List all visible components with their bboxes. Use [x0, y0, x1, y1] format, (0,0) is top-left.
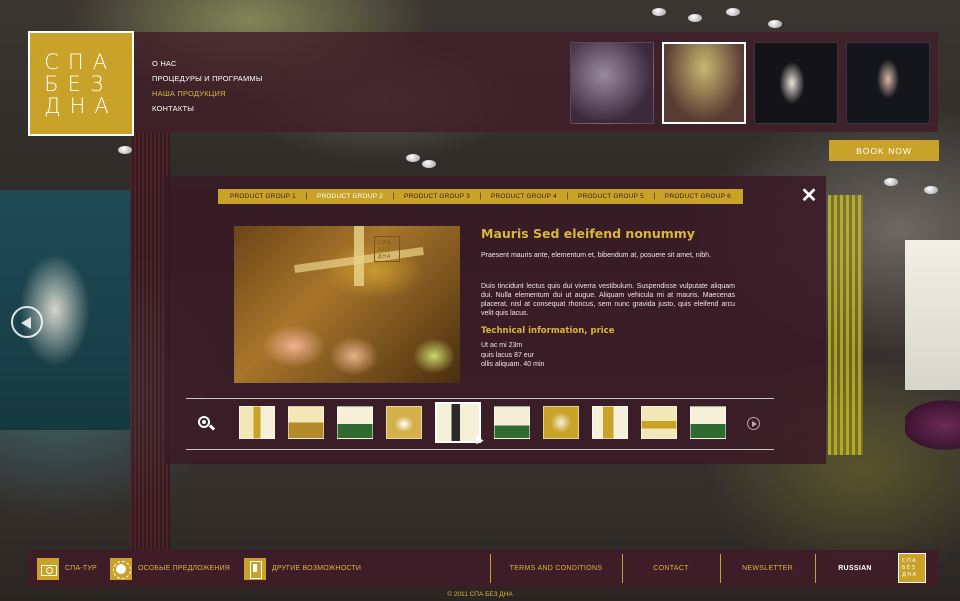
newsletter-link[interactable]: NEWSLETTER	[720, 550, 815, 587]
product-description: Duis tincidunt lectus quis dui viverra v…	[481, 283, 735, 317]
tab-product-group-1[interactable]: PRODUCT GROUP 1	[230, 193, 296, 200]
tech-info-heading: Technical information, price	[481, 326, 615, 336]
decor-bubble	[768, 20, 782, 28]
logo-line: БЕЗ	[44, 71, 113, 96]
tech-info-line: Ut ac mi 23m	[481, 342, 523, 349]
background-window	[905, 240, 960, 390]
product-thumbnail[interactable]	[386, 406, 422, 439]
tech-info-line: ollis aliquam. 40 min	[481, 361, 545, 368]
tab-product-group-3[interactable]: PRODUCT GROUP 3	[404, 193, 470, 200]
product-thumbnail[interactable]	[288, 406, 324, 439]
footer-item-label: ОСОБЫЕ ПРЕДЛОЖЕНИЯ	[138, 565, 231, 572]
gallery-strip	[570, 42, 930, 124]
tab-separator: |	[479, 193, 482, 200]
logo-line: ДНА	[44, 93, 118, 118]
decor-bubble	[924, 186, 938, 194]
product-title: Mauris Sed eleifend nonummy	[481, 226, 695, 241]
tab-product-group-2[interactable]: PRODUCT GROUP 2	[317, 193, 383, 200]
footer-spa-tour[interactable]: СПА-ТУР	[37, 550, 97, 587]
footer-item-label: СПА-ТУР	[65, 565, 97, 572]
close-icon[interactable]: ✕	[800, 186, 818, 206]
next-arrow-icon[interactable]	[747, 417, 760, 430]
decor-bubble	[726, 8, 740, 16]
product-thumbnail[interactable]	[690, 406, 726, 439]
product-description: Praesent mauris ante, elementum et, bibe…	[481, 252, 711, 259]
decor-bubble	[652, 8, 666, 16]
product-photo-logo: СПА БЕЗ ДНА	[374, 236, 400, 262]
tab-product-group-5[interactable]: PRODUCT GROUP 5	[578, 193, 644, 200]
decor-bubble	[118, 146, 132, 154]
tab-separator: |	[305, 193, 308, 200]
tab-separator: |	[392, 193, 395, 200]
footer-other-options[interactable]: ДРУГИЕ ВОЗМОЖНОСТИ	[244, 550, 361, 587]
language-switch[interactable]: RUSSIAN	[815, 550, 895, 587]
product-group-tabs: PRODUCT GROUP 1 | PRODUCT GROUP 2 | PROD…	[218, 189, 743, 204]
main-nav: О НАС ПРОЦЕДУРЫ И ПРОГРАММЫ НАША ПРОДУКЦ…	[152, 56, 263, 116]
gallery-thumb-diver[interactable]	[846, 42, 930, 124]
product-thumbnail[interactable]	[543, 406, 579, 439]
product-photo: СПА БЕЗ ДНА	[234, 226, 460, 383]
terms-link[interactable]: TERMS AND CONDITIONS	[490, 550, 622, 587]
gallery-thumb-reception[interactable]	[662, 42, 746, 124]
tab-separator: |	[566, 193, 569, 200]
product-thumbnails	[239, 402, 726, 443]
gallery-thumb-lounge[interactable]	[570, 42, 654, 124]
decor-bubble	[406, 154, 420, 162]
product-thumbnail[interactable]	[494, 406, 530, 439]
footer-logo[interactable]: СПА БЕЗ ДНА	[898, 553, 926, 583]
tab-separator: |	[653, 193, 656, 200]
tab-product-group-6[interactable]: PRODUCT GROUP 6	[665, 193, 731, 200]
decor-bubble	[884, 178, 898, 186]
footer-item-label: ДРУГИЕ ВОЗМОЖНОСТИ	[272, 565, 362, 572]
footer-bar: СПА-ТУР ОСОБЫЕ ПРЕДЛОЖЕНИЯ ДРУГИЕ ВОЗМОЖ…	[28, 550, 938, 587]
logo-line: СПА	[44, 49, 117, 74]
divider	[186, 449, 774, 450]
background-chair	[905, 400, 960, 510]
decor-bubble	[422, 160, 436, 168]
product-thumbnail[interactable]	[239, 406, 275, 439]
prev-slide-arrow-icon[interactable]	[11, 306, 43, 338]
tab-product-group-4[interactable]: PRODUCT GROUP 4	[491, 193, 557, 200]
divider	[186, 398, 774, 399]
tech-info-line: quis lacus 87 eur	[481, 351, 534, 359]
product-thumbnail[interactable]	[337, 406, 373, 439]
tablet-icon	[244, 557, 266, 580]
nav-item-about[interactable]: О НАС	[152, 56, 263, 71]
tech-info-list: Ut ac mi 23m quis lacus 87 eur ollis ali…	[481, 341, 544, 370]
nav-item-contacts[interactable]: КОНТАКТЫ	[152, 101, 263, 116]
footer-special-offers[interactable]: ОСОБЫЕ ПРЕДЛОЖЕНИЯ	[110, 550, 230, 587]
product-thumbnail[interactable]	[641, 406, 677, 439]
copyright: © 2011 СПА БЕЗ ДНА	[447, 591, 513, 598]
nav-item-products[interactable]: НАША ПРОДУКЦИЯ	[152, 86, 263, 101]
logo[interactable]: СПА БЕЗ ДНА	[28, 31, 134, 136]
background-yellow-curtain	[828, 195, 863, 455]
sun-icon	[110, 557, 132, 580]
gallery-thumb-dancer[interactable]	[754, 42, 838, 124]
background-curtain	[130, 130, 170, 560]
zoom-icon[interactable]	[198, 416, 216, 432]
decor-bubble	[688, 14, 702, 22]
nav-item-procedures[interactable]: ПРОЦЕДУРЫ И ПРОГРАММЫ	[152, 71, 263, 86]
camera-icon	[37, 557, 59, 580]
book-now-button[interactable]: BOOK NOW	[829, 140, 939, 161]
contact-link[interactable]: CONTACT	[622, 550, 720, 587]
product-thumbnail[interactable]	[592, 406, 628, 439]
